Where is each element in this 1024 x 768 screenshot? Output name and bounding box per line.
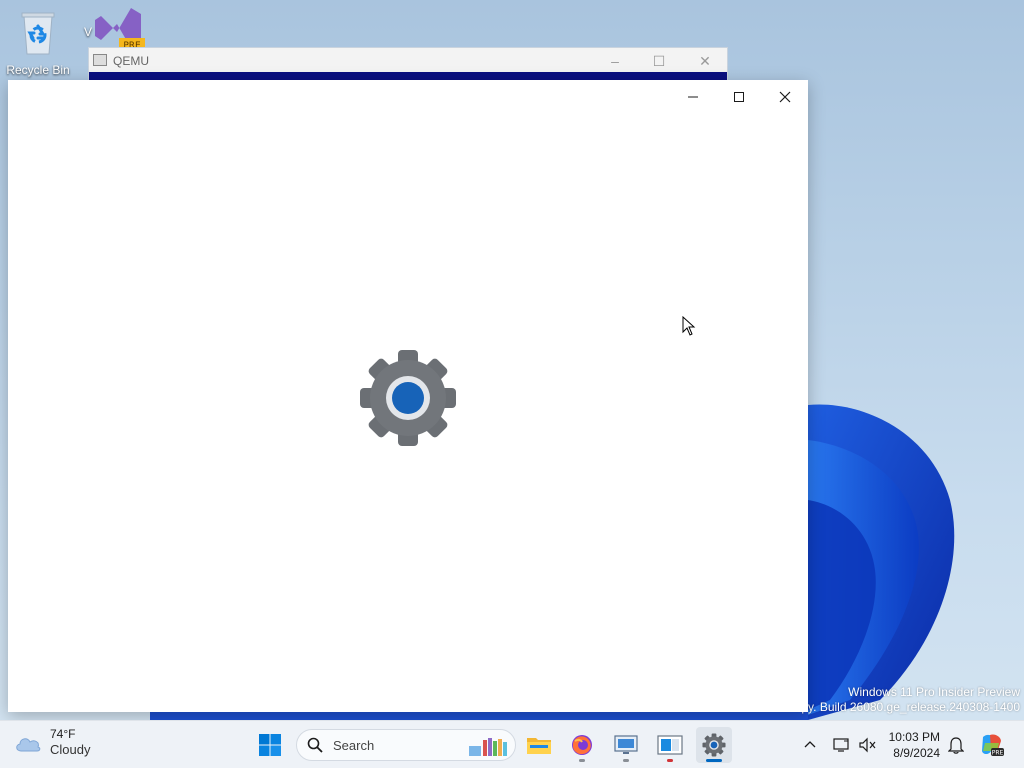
desktop-icon-label: Recycle Bin bbox=[6, 63, 70, 77]
weather-condition: Cloudy bbox=[50, 742, 91, 757]
taskbar-file-explorer[interactable] bbox=[521, 727, 557, 763]
desktop-icon-visual-studio[interactable]: PRE V bbox=[84, 6, 152, 51]
qemu-window-title: QEMU bbox=[113, 54, 149, 68]
recycle-bin-icon bbox=[21, 12, 55, 55]
qemu-minimize-button[interactable]: – bbox=[593, 50, 637, 72]
clock-date: 8/9/2024 bbox=[893, 746, 940, 760]
network-status[interactable] bbox=[830, 727, 854, 763]
watermark-line-1: Windows 11 Pro Insider Preview bbox=[848, 685, 1020, 699]
search-placeholder: Search bbox=[333, 738, 375, 753]
qemu-close-button[interactable]: ✕ bbox=[683, 50, 727, 72]
windows-start-icon bbox=[259, 734, 281, 756]
running-indicator bbox=[667, 759, 673, 762]
qemu-maximize-button[interactable]: ☐ bbox=[637, 50, 681, 72]
settings-gear-icon bbox=[360, 350, 456, 446]
qemu-window[interactable]: QEMU – ☐ ✕ bbox=[88, 47, 728, 83]
cloud-icon bbox=[16, 737, 41, 751]
window-app-icon bbox=[657, 735, 683, 755]
start-button[interactable] bbox=[252, 727, 288, 763]
watermark-line-2: opy. Build 26080.ge_release.240308-1400 bbox=[794, 700, 1020, 714]
search-highlight-books-icon bbox=[469, 738, 507, 756]
taskbar-firefox[interactable] bbox=[564, 727, 600, 763]
settings-window[interactable] bbox=[8, 80, 808, 712]
network-icon bbox=[833, 738, 849, 752]
chevron-up-icon bbox=[804, 741, 816, 748]
copilot-button[interactable]: PRE bbox=[976, 727, 1008, 763]
weather-temperature: 74°F bbox=[50, 727, 76, 741]
monitor-icon bbox=[614, 735, 638, 754]
minimize-icon bbox=[688, 96, 698, 98]
minimize-button[interactable] bbox=[670, 82, 716, 112]
search-icon bbox=[307, 737, 323, 753]
taskbar: 74°F Cloudy Search 10:03 PM 8/9/2024 PRE bbox=[0, 720, 1024, 768]
mouse-cursor bbox=[682, 316, 696, 336]
firefox-icon bbox=[572, 735, 592, 755]
desktop-icon-recycle-bin[interactable]: Recycle Bin bbox=[4, 8, 72, 77]
maximize-button[interactable] bbox=[716, 82, 762, 112]
clock-time: 10:03 PM bbox=[888, 730, 940, 744]
active-indicator bbox=[706, 759, 722, 762]
copilot-icon: PRE bbox=[982, 734, 1004, 757]
weather-widget[interactable]: 74°F Cloudy bbox=[14, 727, 90, 758]
show-hidden-icons-button[interactable] bbox=[798, 727, 822, 763]
maximize-icon bbox=[734, 92, 744, 102]
running-indicator bbox=[579, 759, 585, 762]
taskbar-app[interactable] bbox=[652, 727, 688, 763]
running-indicator bbox=[623, 759, 629, 762]
notification-bell-icon bbox=[948, 737, 964, 754]
taskbar-settings[interactable] bbox=[696, 727, 732, 763]
close-button[interactable] bbox=[762, 82, 808, 112]
volume-mute-icon bbox=[859, 737, 876, 753]
qemu-app-icon bbox=[93, 54, 107, 66]
visual-studio-preview-icon: PRE bbox=[95, 8, 145, 51]
taskbar-search-box[interactable]: Search bbox=[296, 729, 516, 761]
folder-icon bbox=[527, 738, 551, 754]
notifications-button[interactable] bbox=[944, 727, 968, 763]
taskbar-clock[interactable]: 10:03 PM 8/9/2024 bbox=[884, 729, 940, 761]
svg-text:PRE: PRE bbox=[992, 750, 1004, 757]
volume-status[interactable] bbox=[856, 727, 880, 763]
windows-watermark: Windows 11 Pro Insider Preview opy. Buil… bbox=[795, 685, 1020, 715]
gear-icon bbox=[702, 733, 726, 757]
taskbar-remote-desktop[interactable] bbox=[608, 727, 644, 763]
close-icon bbox=[779, 91, 791, 103]
